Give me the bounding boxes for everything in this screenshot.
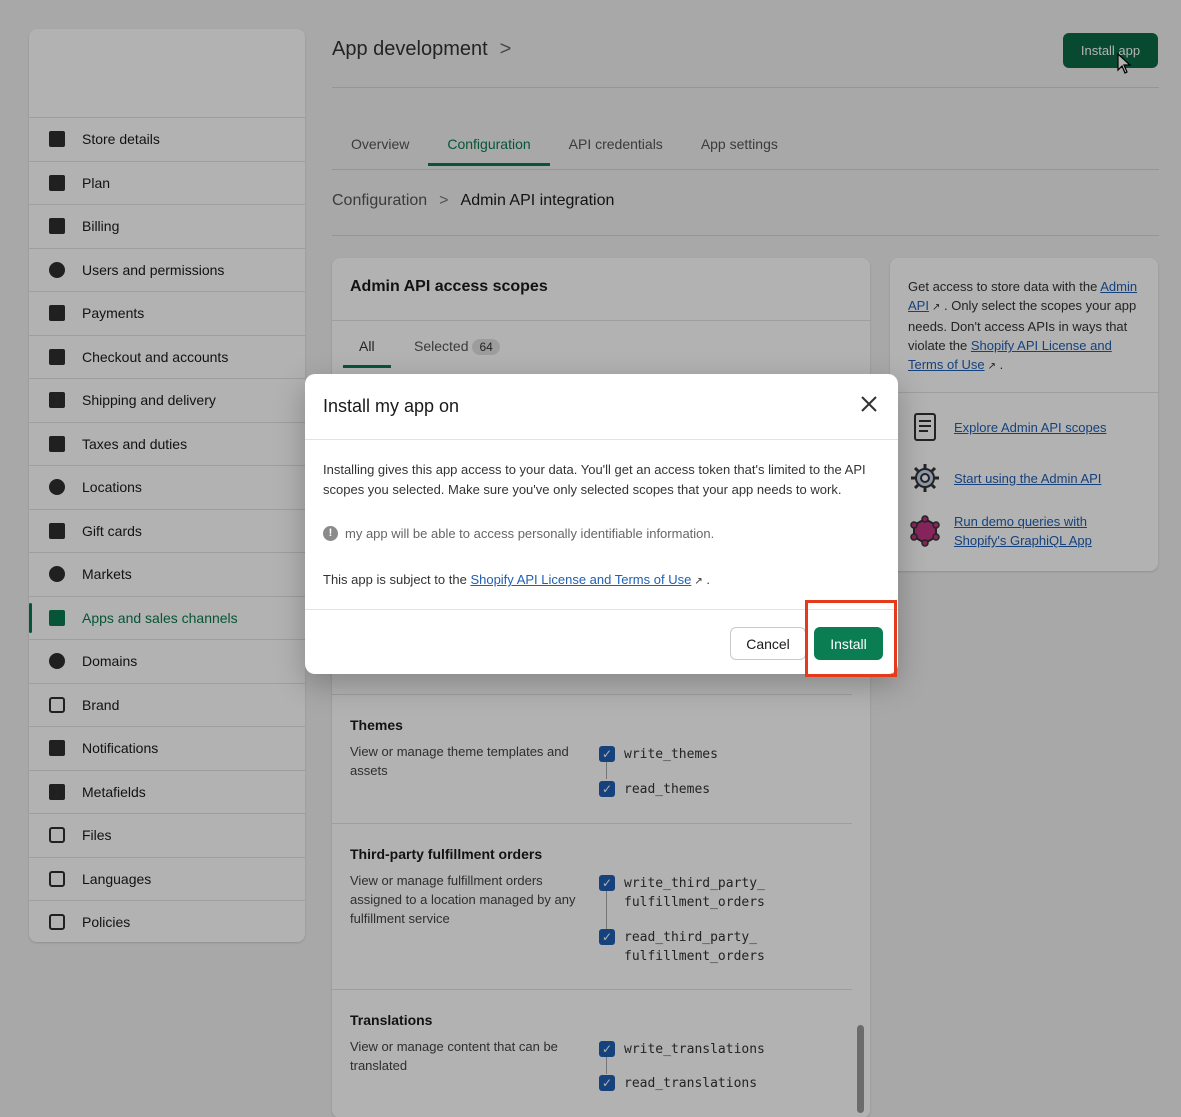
info-icon: !	[323, 526, 338, 541]
terms-link[interactable]: Shopify API License and Terms of Use	[470, 572, 691, 587]
modal-title: Install my app on	[323, 396, 460, 416]
modal-terms: This app is subject to the Shopify API L…	[323, 572, 710, 587]
terms-prefix: This app is subject to the	[323, 572, 467, 587]
modal-header: Install my app on	[305, 374, 898, 440]
terms-suffix: .	[706, 572, 710, 587]
external-link-icon: ↗	[694, 576, 703, 587]
cancel-button[interactable]: Cancel	[730, 627, 806, 660]
close-icon[interactable]	[858, 394, 880, 416]
highlight-annotation-box	[805, 600, 897, 677]
pii-note-text: my app will be able to access personally…	[345, 526, 715, 541]
pii-note: ! my app will be able to access personal…	[323, 526, 714, 541]
modal-body-text: Installing gives this app access to your…	[323, 462, 866, 497]
